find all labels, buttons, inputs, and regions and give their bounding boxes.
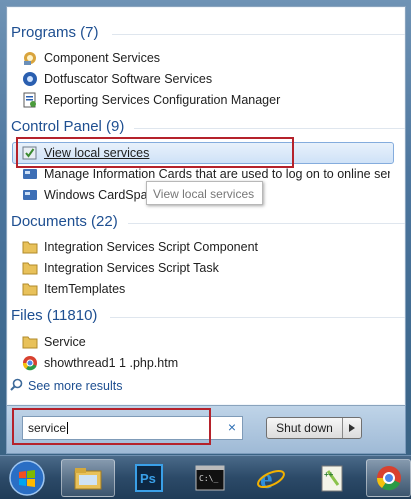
result-dotfuscator[interactable]: Dotfuscator Software Services — [22, 69, 390, 89]
shutdown-button[interactable]: Shut down — [266, 417, 362, 439]
result-file-showthread[interactable]: showthread1 1 .php.htm — [22, 353, 390, 373]
component-services-icon — [22, 50, 38, 66]
reporting-services-icon — [22, 92, 38, 108]
folder-icon — [22, 281, 38, 297]
section-header-programs[interactable]: Programs (7) — [11, 24, 99, 41]
see-more-results-link[interactable]: See more results — [10, 378, 122, 394]
clear-search-icon[interactable]: × — [228, 420, 236, 434]
chrome-taskbar-icon[interactable] — [366, 459, 411, 497]
internet-explorer-icon[interactable]: e — [244, 459, 298, 497]
svg-text:C:\_: C:\_ — [199, 474, 218, 483]
svg-text:Ps: Ps — [140, 471, 156, 486]
cardspace-icon — [22, 166, 38, 182]
notepad-plus-plus-icon[interactable]: ++ — [305, 459, 359, 497]
dotfuscator-icon — [22, 71, 38, 87]
shutdown-label: Shut down — [267, 418, 343, 438]
result-doc-script-task[interactable]: Integration Services Script Task — [22, 258, 390, 278]
start-orb-icon[interactable] — [2, 459, 52, 497]
divider — [128, 223, 405, 224]
windows-explorer-icon[interactable] — [61, 459, 115, 497]
folder-icon — [22, 260, 38, 276]
result-component-services[interactable]: Component Services — [22, 48, 390, 68]
folder-icon — [22, 334, 38, 350]
shutdown-options-arrow-icon[interactable] — [343, 418, 361, 438]
search-icon — [10, 378, 23, 394]
result-doc-itemtemplates[interactable]: ItemTemplates — [22, 279, 390, 299]
section-header-control-panel[interactable]: Control Panel (9) — [11, 118, 124, 135]
command-prompt-icon[interactable]: C:\_ — [183, 459, 237, 497]
highlight-box-search — [12, 408, 211, 445]
folder-icon — [22, 239, 38, 255]
tooltip: View local services — [146, 181, 263, 205]
section-header-files[interactable]: Files (11810) — [11, 307, 97, 324]
svg-text:++: ++ — [324, 470, 334, 479]
divider — [112, 34, 405, 35]
photoshop-icon[interactable]: Ps — [122, 459, 176, 497]
section-header-documents[interactable]: Documents (22) — [11, 213, 118, 230]
result-doc-script-component[interactable]: Integration Services Script Component — [22, 237, 390, 257]
result-file-service[interactable]: Service — [22, 332, 390, 352]
divider — [134, 128, 405, 129]
chrome-icon — [22, 355, 38, 371]
taskbar: Ps C:\_ e ++ — [0, 455, 411, 499]
cardspace-icon — [22, 187, 38, 203]
divider — [110, 317, 405, 318]
result-reporting-services[interactable]: Reporting Services Configuration Manager — [22, 90, 390, 110]
